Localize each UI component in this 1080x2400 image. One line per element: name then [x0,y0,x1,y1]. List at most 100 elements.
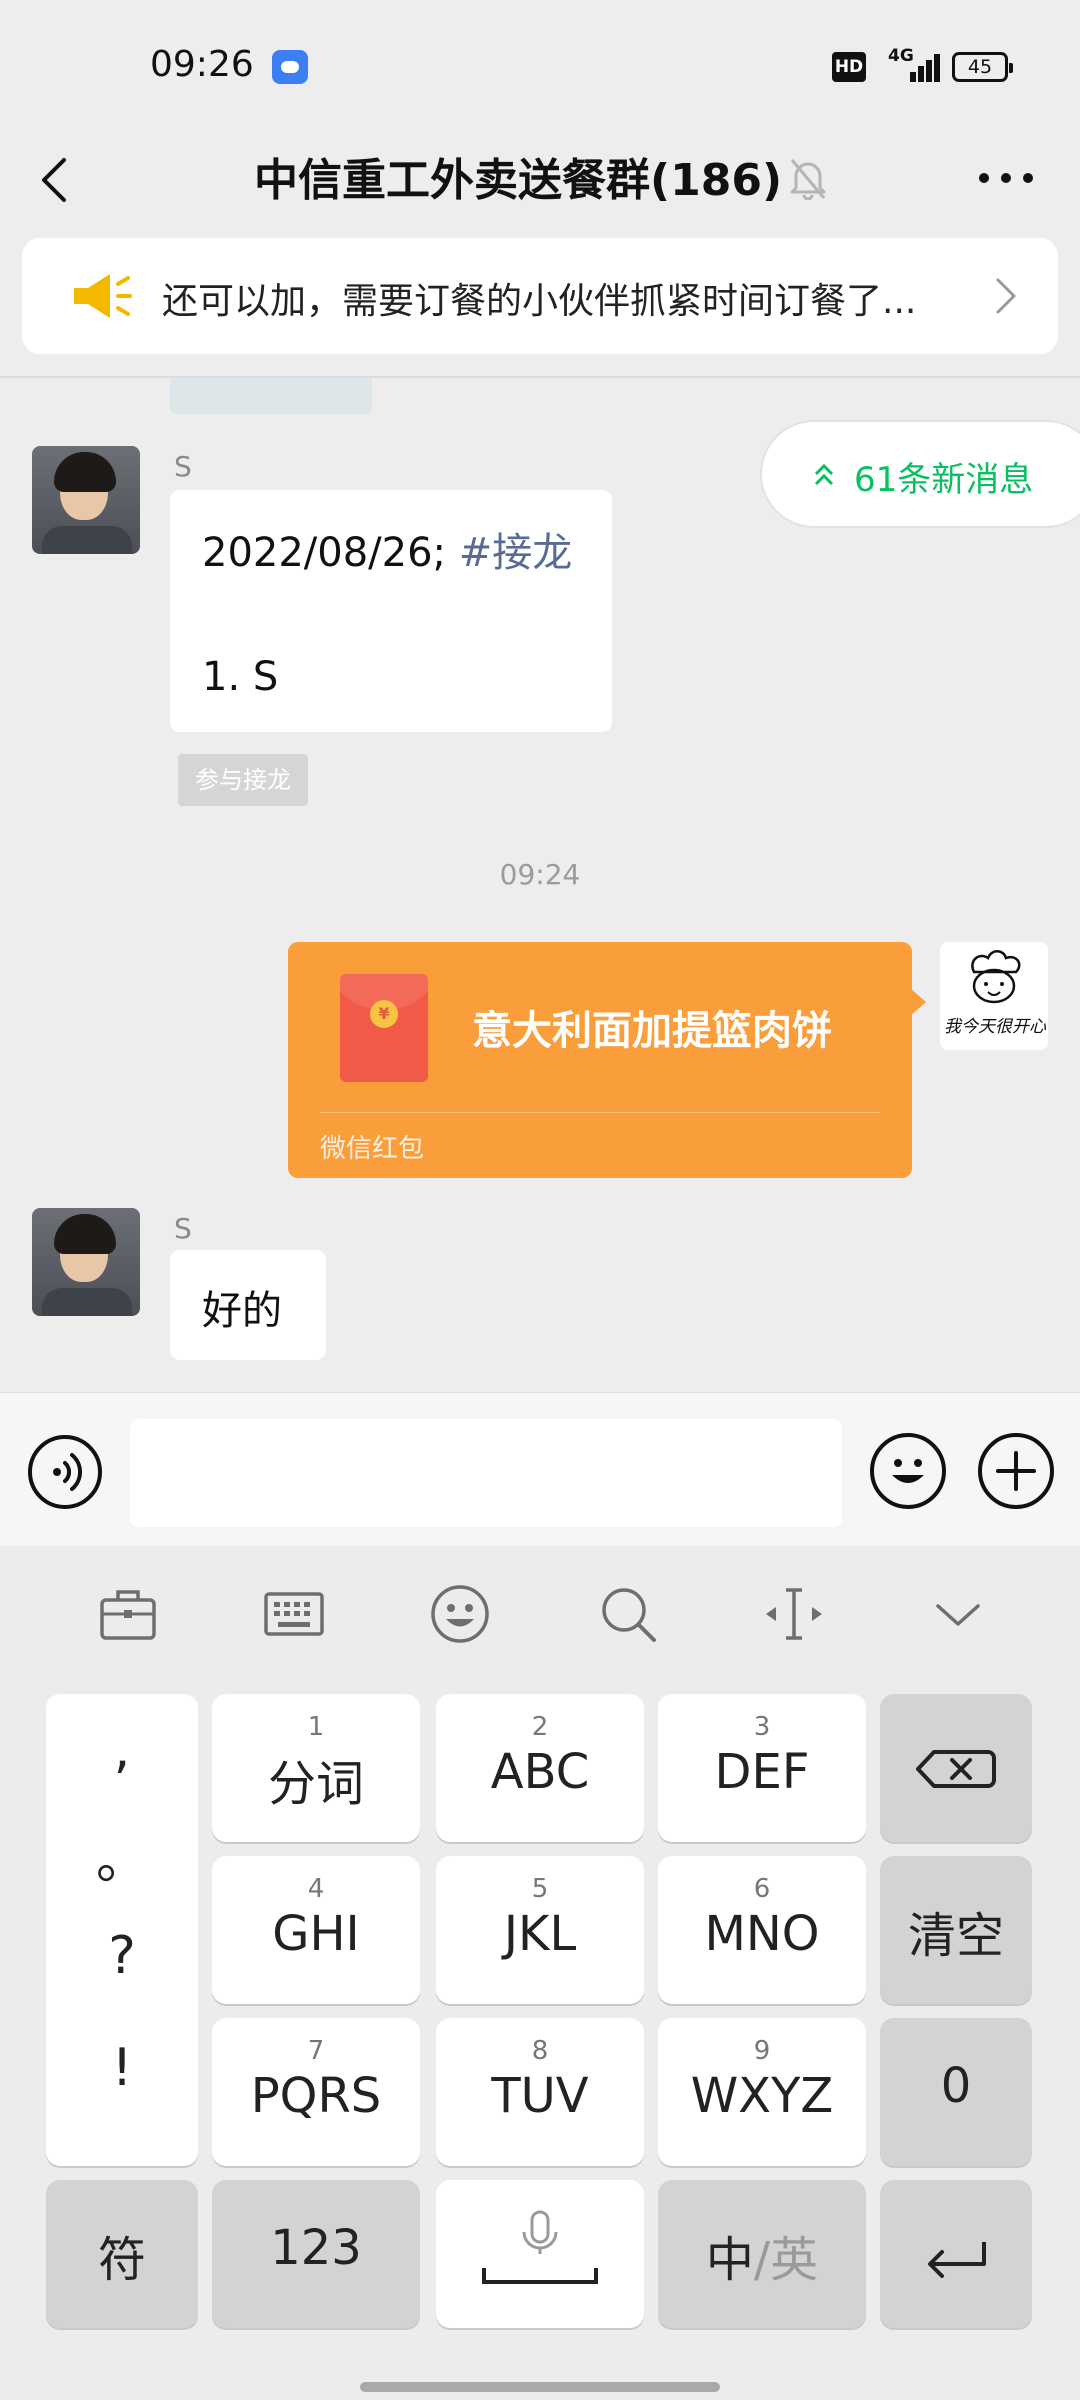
text-message[interactable]: 好的 [170,1250,326,1360]
space-key[interactable] [436,2180,644,2328]
join-jielong-button[interactable]: 参与接龙 [178,754,308,806]
red-packet-label: 微信红包 [320,1134,425,1164]
punct-exclaim[interactable]: ! [46,2038,198,2098]
home-indicator[interactable] [360,2382,720,2392]
hd-badge: HD [832,52,866,82]
key-label: 符 [97,2232,146,2288]
key-number: 6 [753,1874,771,1904]
key-6[interactable]: 6 MNO [658,1856,866,2004]
toolbox-button[interactable] [96,1582,160,1646]
ime-keyboard: , 。 ? ! 1 分词 2 ABC 3 DEF 4 GHI 5 JKL 6 M… [0,1546,1080,2400]
key-5[interactable]: 5 JKL [436,1856,644,2004]
key-number: 7 [307,2036,325,2066]
search-icon [602,1588,656,1642]
coin-icon: ¥ [370,1000,398,1028]
battery-icon: 45 [952,52,1013,82]
key-9[interactable]: 9 WXYZ [658,2018,866,2166]
enter-key[interactable] [880,2180,1032,2328]
key-label: JKL [503,1906,577,1962]
red-packet-divider [320,1112,880,1113]
punct-question[interactable]: ? [46,1926,198,1986]
key-3[interactable]: 3 DEF [658,1694,866,1842]
key-1[interactable]: 1 分词 [212,1694,420,1842]
group-announcement[interactable]: 还可以加，需要订餐的小伙伴抓紧时间订餐了... [22,238,1058,354]
cursor-move-button[interactable] [762,1582,826,1646]
message-input[interactable] [130,1419,842,1527]
lang-en: 英 [770,2232,819,2288]
bell-off-icon [788,156,828,201]
red-envelope-icon: ¥ [340,974,428,1082]
chevron-down-icon [936,1604,980,1626]
clear-key[interactable]: 清空 [880,1856,1032,2004]
numeric-key[interactable]: 123 [212,2180,420,2328]
key-number: 9 [753,2036,771,2066]
chat-area[interactable]: S 2022/08/26; #接龙 1. S 参与接龙 61条新消息 09:24… [0,378,1080,1392]
keyboard-icon [264,1592,324,1636]
message-text: 好的 [202,1288,282,1334]
key-8[interactable]: 8 TUV [436,2018,644,2166]
symbols-key[interactable]: 符 [46,2180,198,2328]
more-button[interactable] [976,150,1036,206]
back-button[interactable] [28,150,88,210]
key-number: 3 [753,1712,771,1742]
punct-period[interactable]: 。 [46,1818,198,1893]
double-chevron-up-icon [814,463,834,486]
lang-zh: 中 [705,2232,754,2288]
more-functions-button[interactable] [978,1433,1054,1509]
key-number: 1 [307,1712,325,1742]
collapse-keyboard-button[interactable] [926,1582,990,1646]
chat-header: 中信重工外卖送餐群(186) [0,130,1080,240]
voice-button[interactable] [28,1435,102,1509]
sender-name: S [174,1212,192,1245]
key-label: 清空 [907,1908,1004,1964]
new-messages-label: 61条新消息 [854,460,1034,500]
key-label: ABC [490,1744,590,1800]
jielong-date: 2022/08/26; [202,530,459,576]
jielong-tag[interactable]: #接龙 [459,530,573,576]
sender-name: S [174,450,192,483]
key-label: PQRS [250,2068,382,2124]
signal-icon: 4G [888,46,940,86]
megaphone-icon [70,268,136,324]
avatar[interactable] [32,1208,140,1316]
emoji-button[interactable] [870,1433,946,1509]
punct-comma[interactable]: , [46,1720,198,1780]
backspace-key[interactable] [880,1694,1032,1842]
my-avatar[interactable]: 我今天很开心 [940,942,1048,1050]
chevron-right-icon [994,276,1018,316]
key-number: 5 [531,1874,549,1904]
jielong-entry: 1. S [202,654,279,700]
key-7[interactable]: 7 PQRS [212,2018,420,2166]
enter-icon [928,2242,986,2278]
emoji-icon [892,1459,924,1483]
chevron-left-icon [42,158,66,202]
emoji-panel-button[interactable] [428,1582,492,1646]
key-label: TUV [491,2068,589,2124]
key-0[interactable]: 0 [880,2018,1032,2166]
network-type: 4G [888,46,914,66]
text-cursor-icon [766,1588,822,1640]
key-number: 8 [531,2036,549,2066]
previous-image-message[interactable] [170,378,372,414]
more-dots-icon [979,173,1033,183]
red-packet-message[interactable]: ¥ 意大利面加提篮肉饼 微信红包 [288,942,926,1178]
key-label: WXYZ [690,2068,834,2124]
jielong-message[interactable]: 2022/08/26; #接龙 1. S [170,490,612,732]
cartoon-sheep-avatar [971,950,1021,1004]
keyboard-layout-button[interactable] [262,1582,326,1646]
voice-icon [53,1453,83,1491]
punctuation-list[interactable]: , 。 ? ! [46,1694,198,2166]
avatar[interactable] [32,446,140,554]
plus-icon [996,1451,1036,1491]
key-number: 4 [307,1874,325,1904]
notification-app-icon [272,50,308,84]
toolbox-icon [100,1590,156,1640]
key-2[interactable]: 2 ABC [436,1694,644,1842]
language-switch-key[interactable]: 中/英 [658,2180,866,2328]
new-messages-button[interactable]: 61条新消息 [760,420,1080,528]
key-label: MNO [704,1906,820,1962]
key-label: DEF [714,1744,810,1800]
search-button[interactable] [596,1582,660,1646]
key-4[interactable]: 4 GHI [212,1856,420,2004]
chat-title: 中信重工外卖送餐群(186) [254,155,783,206]
